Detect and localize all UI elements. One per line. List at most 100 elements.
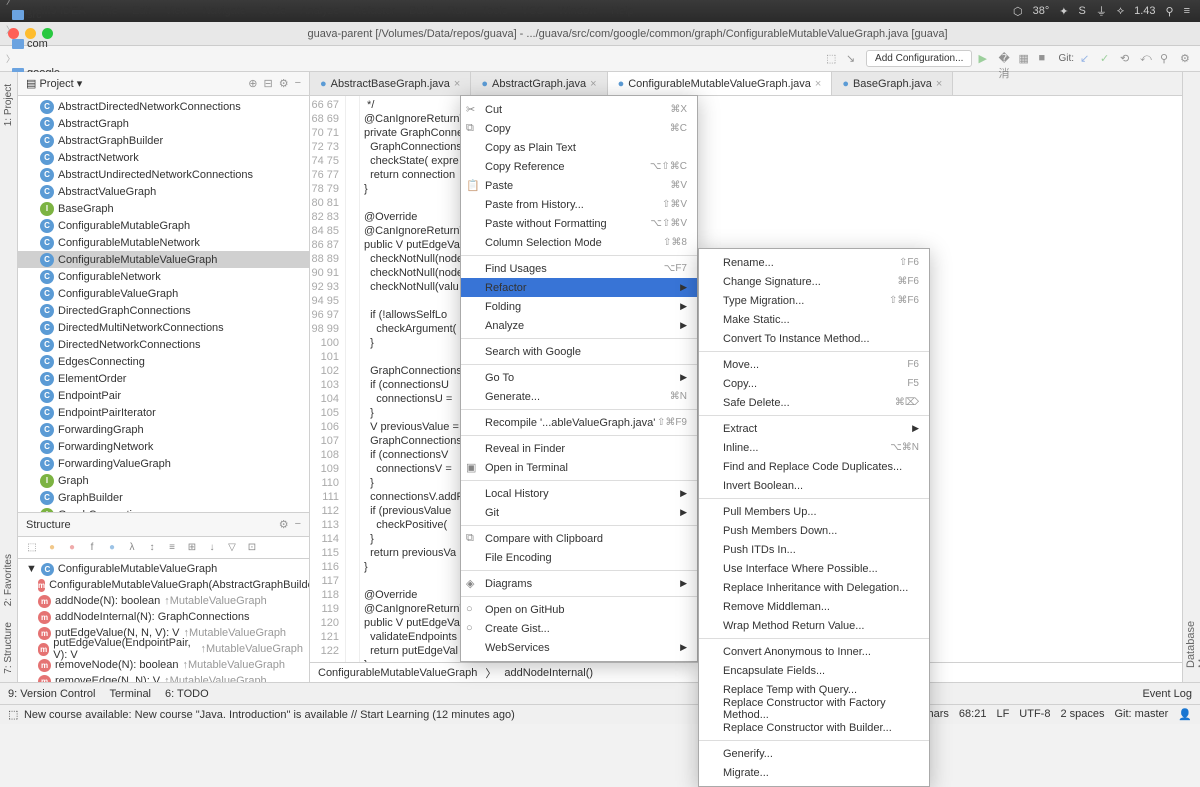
menu-vcs[interactable]: VCS [521, 5, 544, 17]
debug-icon[interactable]: �消 [998, 52, 1012, 66]
menu-code[interactable]: Code [260, 5, 286, 17]
menu-item-open-on-github[interactable]: ○Open on GitHub [461, 600, 697, 619]
menu-item-copy-as-plain-text[interactable]: Copy as Plain Text [461, 138, 697, 157]
tree-item[interactable]: CEndpointPairIterator [18, 404, 309, 421]
refactor-submenu[interactable]: Rename...⇧F6Change Signature...⌘F6Type M… [698, 248, 930, 787]
editor-context-menu[interactable]: ✂Cut⌘X⧉Copy⌘CCopy as Plain TextCopy Refe… [460, 95, 698, 662]
structure-item[interactable]: mputEdgeValue(EndpointPair, V): V↑Mutabl… [24, 641, 303, 657]
menu-item-create-gist-[interactable]: ○Create Gist... [461, 619, 697, 638]
vcs-revert-icon[interactable]: ⤺ [1140, 52, 1154, 66]
tree-item[interactable]: CAbstractDirectedNetworkConnections [18, 98, 309, 115]
menu-run[interactable]: Run [447, 5, 467, 17]
menu-item-copy-[interactable]: Copy...F5 [699, 374, 929, 393]
tree-item[interactable]: CElementOrder [18, 370, 309, 387]
todo-tab[interactable]: 6: TODO [165, 688, 209, 700]
project-tree[interactable]: CAbstractDirectedNetworkConnectionsCAbst… [18, 96, 309, 512]
tree-item[interactable]: CForwardingValueGraph [18, 455, 309, 472]
menu-item-copy[interactable]: ⧉Copy⌘C [461, 119, 697, 138]
terminal-tab[interactable]: Terminal [109, 688, 151, 700]
menu-help[interactable]: Help [611, 5, 634, 17]
tree-item[interactable]: IGraph [18, 472, 309, 489]
tool-window-toggle[interactable]: ⬚ [8, 708, 18, 721]
tree-item[interactable]: CForwardingGraph [18, 421, 309, 438]
editor-tab[interactable]: ●AbstractGraph.java× [471, 72, 607, 95]
menu-item-generify-[interactable]: Generify... [699, 744, 929, 763]
hide-panel-icon[interactable]: − [295, 77, 301, 90]
editor-tab[interactable]: ●ConfigurableMutableValueGraph.java× [608, 72, 833, 95]
favorites-tool-tab[interactable]: 2: Favorites [1, 546, 16, 614]
structure-item[interactable]: maddNode(N): boolean↑MutableValueGraph [24, 593, 303, 609]
indent[interactable]: 2 spaces [1060, 708, 1104, 721]
menu-item-compare-with-clipboard[interactable]: ⧉Compare with Clipboard [461, 529, 697, 548]
tree-item[interactable]: CConfigurableMutableNetwork [18, 234, 309, 251]
menu-navigate[interactable]: Navigate [203, 5, 246, 17]
tree-item[interactable]: CConfigurableValueGraph [18, 285, 309, 302]
collapse-icon[interactable]: ⊟ [263, 77, 272, 90]
menu-item-analyze[interactable]: Analyze▶ [461, 316, 697, 335]
menu-item-search-with-google[interactable]: Search with Google [461, 342, 697, 361]
menu-item-copy-reference[interactable]: Copy Reference⌥⇧⌘C [461, 157, 697, 176]
tree-item[interactable]: CConfigurableMutableValueGraph [18, 251, 309, 268]
project-view-select[interactable]: ▤ Project ▾ [26, 77, 82, 90]
menu-item-find-usages[interactable]: Find Usages⌥F7 [461, 259, 697, 278]
menu-item-diagrams[interactable]: ◈Diagrams▶ [461, 574, 697, 593]
menu-item-paste-without-formatting[interactable]: Paste without Formatting⌥⇧⌘V [461, 214, 697, 233]
menu-item-webservices[interactable]: WebServices▶ [461, 638, 697, 657]
settings-icon[interactable]: ⚙ [1180, 52, 1194, 66]
tree-item[interactable]: CAbstractValueGraph [18, 183, 309, 200]
tree-item[interactable]: CAbstractGraph [18, 115, 309, 132]
menu-refactor[interactable]: Refactor [353, 5, 395, 17]
panel-settings-icon[interactable]: ⚙ [279, 77, 289, 90]
menu-item-git[interactable]: Git▶ [461, 503, 697, 522]
encoding[interactable]: UTF-8 [1019, 708, 1050, 721]
git-branch[interactable]: Git: master [1115, 708, 1169, 721]
tree-item[interactable]: IBaseGraph [18, 200, 309, 217]
tree-item[interactable]: CGraphBuilder [18, 489, 309, 506]
coverage-icon[interactable]: ▦ [1018, 52, 1032, 66]
editor-tab[interactable]: ●AbstractBaseGraph.java× [310, 72, 471, 95]
caret-position[interactable]: 68:21 [959, 708, 987, 721]
menu-window[interactable]: Window [558, 5, 597, 17]
menu-tools[interactable]: Tools [482, 5, 508, 17]
project-tool-tab[interactable]: 1: Project [1, 76, 16, 134]
menu-item-push-members-down-[interactable]: Push Members Down... [699, 521, 929, 540]
tree-item[interactable]: CDirectedGraphConnections [18, 302, 309, 319]
breadcrumb-item[interactable]: com [6, 36, 192, 52]
menu-item-extract[interactable]: Extract▶ [699, 419, 929, 438]
vcs-history-icon[interactable]: ⟲ [1120, 52, 1134, 66]
menu-item-pull-members-up-[interactable]: Pull Members Up... [699, 502, 929, 521]
menu-item-recompile-ablevaluegraph-java-[interactable]: Recompile '...ableValueGraph.java'⇧⌘F9 [461, 413, 697, 432]
menu-item-migrate-[interactable]: Migrate... [699, 763, 929, 782]
breadcrumb-item[interactable]: src [6, 7, 192, 23]
event-log-tab[interactable]: Event Log [1142, 688, 1192, 700]
menu-item-refactor[interactable]: Refactor▶ [461, 278, 697, 297]
menu-analyze[interactable]: Analyze [300, 5, 339, 17]
menu-item-folding[interactable]: Folding▶ [461, 297, 697, 316]
menu-item-replace-inheritance-with-delegation-[interactable]: Replace Inheritance with Delegation... [699, 578, 929, 597]
menu-item-replace-constructor-with-factory-method-[interactable]: Replace Constructor with Factory Method.… [699, 699, 929, 718]
menu-item-local-history[interactable]: Local History▶ [461, 484, 697, 503]
line-separator[interactable]: LF [996, 708, 1009, 721]
editor-tab[interactable]: ●BaseGraph.java× [832, 72, 953, 95]
line-gutter[interactable]: 66 67 68 69 70 71 72 73 74 75 76 77 78 7… [310, 96, 346, 662]
structure-item[interactable]: maddNodeInternal(N): GraphConnections [24, 609, 303, 625]
menu-item-safe-delete-[interactable]: Safe Delete...⌘⌦ [699, 393, 929, 412]
tree-item[interactable]: CConfigurableNetwork [18, 268, 309, 285]
build-icon[interactable]: ⬚ [826, 52, 840, 66]
menu-item-find-and-replace-code-duplicates-[interactable]: Find and Replace Code Duplicates... [699, 457, 929, 476]
menu-item-column-selection-mode[interactable]: Column Selection Mode⇧⌘8 [461, 233, 697, 252]
hide-panel-icon[interactable]: − [295, 518, 301, 531]
tree-item[interactable]: CAbstractNetwork [18, 149, 309, 166]
menu-item-move-[interactable]: Move...F6 [699, 355, 929, 374]
stop-icon[interactable]: ■ [1038, 52, 1052, 66]
menu-icon[interactable]: ≡ [1184, 5, 1190, 17]
menu-item-type-migration-[interactable]: Type Migration...⇧⌘F6 [699, 291, 929, 310]
tree-item[interactable]: CDirectedNetworkConnections [18, 336, 309, 353]
menu-item-open-in-terminal[interactable]: ▣Open in Terminal [461, 458, 697, 477]
scroll-from-source-icon[interactable]: ⊕ [248, 77, 257, 90]
spotlight-icon[interactable]: ⚲ [1166, 5, 1174, 18]
menu-item-change-signature-[interactable]: Change Signature...⌘F6 [699, 272, 929, 291]
menu-item-rename-[interactable]: Rename...⇧F6 [699, 253, 929, 272]
structure-item[interactable]: mConfigurableMutableValueGraph(AbstractG… [24, 577, 303, 593]
menu-item-paste-from-history-[interactable]: Paste from History...⇧⌘V [461, 195, 697, 214]
